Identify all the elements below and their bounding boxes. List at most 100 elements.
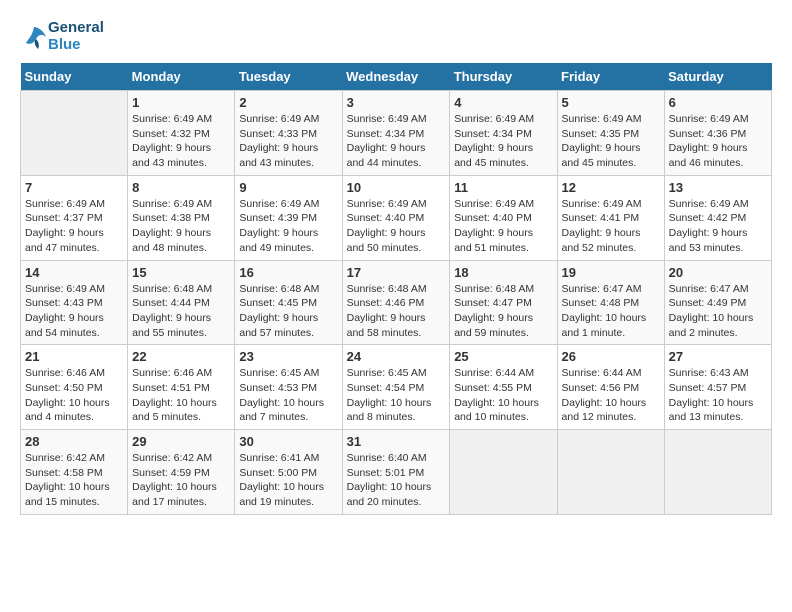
day-info: Sunrise: 6:47 AM Sunset: 4:48 PM Dayligh… <box>562 282 660 341</box>
day-info: Sunrise: 6:49 AM Sunset: 4:35 PM Dayligh… <box>562 112 660 171</box>
day-info: Sunrise: 6:49 AM Sunset: 4:40 PM Dayligh… <box>347 197 446 256</box>
logo: General Blue <box>20 20 104 53</box>
day-number: 19 <box>562 265 660 280</box>
calendar-week-row: 14 Sunrise: 6:49 AM Sunset: 4:43 PM Dayli… <box>21 260 772 345</box>
calendar-cell: 18Sunrise: 6:48 AM Sunset: 4:47 PM Dayli… <box>450 260 557 345</box>
day-number: 12 <box>562 180 660 195</box>
day-info: Sunrise: 6:49 AM Sunset: 4:37 PM Dayligh… <box>25 197 123 256</box>
calendar-cell: 21 Sunrise: 6:46 AM Sunset: 4:50 PM Dayli… <box>21 345 128 430</box>
logo-text-general: General <box>48 20 104 37</box>
day-number: 14 <box>25 265 123 280</box>
day-number: 26 <box>562 349 660 364</box>
day-info: Sunrise: 6:49 AM Sunset: 4:34 PM Dayligh… <box>347 112 446 171</box>
day-info: Sunrise: 6:45 AM Sunset: 4:53 PM Dayligh… <box>239 366 337 425</box>
day-info: Sunrise: 6:48 AM Sunset: 4:46 PM Dayligh… <box>347 282 446 341</box>
calendar-cell: 4 Sunrise: 6:49 AM Sunset: 4:34 PM Daylig… <box>450 91 557 176</box>
calendar-cell: 23Sunrise: 6:45 AM Sunset: 4:53 PM Dayli… <box>235 345 342 430</box>
day-info: Sunrise: 6:47 AM Sunset: 4:49 PM Dayligh… <box>669 282 767 341</box>
calendar-cell: 19 Sunrise: 6:47 AM Sunset: 4:48 PM Dayli… <box>557 260 664 345</box>
day-number: 20 <box>669 265 767 280</box>
calendar-cell: 24 Sunrise: 6:45 AM Sunset: 4:54 PM Dayli… <box>342 345 450 430</box>
calendar-cell: 25 Sunrise: 6:44 AM Sunset: 4:55 PM Dayli… <box>450 345 557 430</box>
calendar-cell: 10 Sunrise: 6:49 AM Sunset: 4:40 PM Dayli… <box>342 175 450 260</box>
day-number: 29 <box>132 434 230 449</box>
calendar-cell: 7 Sunrise: 6:49 AM Sunset: 4:37 PM Daylig… <box>21 175 128 260</box>
logo-bird-icon <box>20 23 48 51</box>
calendar-cell: 29 Sunrise: 6:42 AM Sunset: 4:59 PM Dayli… <box>128 430 235 515</box>
day-number: 28 <box>25 434 123 449</box>
calendar-cell: 27Sunrise: 6:43 AM Sunset: 4:57 PM Dayli… <box>664 345 771 430</box>
day-number: 7 <box>25 180 123 195</box>
day-info: Sunrise: 6:44 AM Sunset: 4:56 PM Dayligh… <box>562 366 660 425</box>
logo-text-blue: Blue <box>48 37 104 54</box>
day-info: Sunrise: 6:49 AM Sunset: 4:34 PM Dayligh… <box>454 112 552 171</box>
day-info: Sunrise: 6:42 AM Sunset: 4:58 PM Dayligh… <box>25 451 123 510</box>
day-info: Sunrise: 6:49 AM Sunset: 4:43 PM Dayligh… <box>25 282 123 341</box>
calendar-cell: 2 Sunrise: 6:49 AM Sunset: 4:33 PM Daylig… <box>235 91 342 176</box>
calendar-week-row: 21 Sunrise: 6:46 AM Sunset: 4:50 PM Dayli… <box>21 345 772 430</box>
weekday-header-tuesday: Tuesday <box>235 63 342 91</box>
calendar-cell: 26 Sunrise: 6:44 AM Sunset: 4:56 PM Dayli… <box>557 345 664 430</box>
calendar-cell: 11Sunrise: 6:49 AM Sunset: 4:40 PM Dayli… <box>450 175 557 260</box>
day-number: 17 <box>347 265 446 280</box>
calendar-cell: 5 Sunrise: 6:49 AM Sunset: 4:35 PM Daylig… <box>557 91 664 176</box>
weekday-header-thursday: Thursday <box>450 63 557 91</box>
calendar-cell: 16 Sunrise: 6:48 AM Sunset: 4:45 PM Dayli… <box>235 260 342 345</box>
day-number: 8 <box>132 180 230 195</box>
calendar-cell: 1Sunrise: 6:49 AM Sunset: 4:32 PM Daylig… <box>128 91 235 176</box>
calendar-week-row: 1Sunrise: 6:49 AM Sunset: 4:32 PM Daylig… <box>21 91 772 176</box>
day-number: 13 <box>669 180 767 195</box>
day-number: 2 <box>239 95 337 110</box>
day-info: Sunrise: 6:44 AM Sunset: 4:55 PM Dayligh… <box>454 366 552 425</box>
day-number: 15 <box>132 265 230 280</box>
day-number: 24 <box>347 349 446 364</box>
day-number: 30 <box>239 434 337 449</box>
calendar-cell: 12Sunrise: 6:49 AM Sunset: 4:41 PM Dayli… <box>557 175 664 260</box>
calendar-cell: 17 Sunrise: 6:48 AM Sunset: 4:46 PM Dayli… <box>342 260 450 345</box>
day-info: Sunrise: 6:49 AM Sunset: 4:39 PM Dayligh… <box>239 197 337 256</box>
day-number: 6 <box>669 95 767 110</box>
calendar-cell <box>557 430 664 515</box>
weekday-header-sunday: Sunday <box>21 63 128 91</box>
calendar-cell: 28 Sunrise: 6:42 AM Sunset: 4:58 PM Dayli… <box>21 430 128 515</box>
calendar-cell: 3 Sunrise: 6:49 AM Sunset: 4:34 PM Daylig… <box>342 91 450 176</box>
calendar-cell: 15 Sunrise: 6:48 AM Sunset: 4:44 PM Dayli… <box>128 260 235 345</box>
day-number: 1 <box>132 95 230 110</box>
day-info: Sunrise: 6:45 AM Sunset: 4:54 PM Dayligh… <box>347 366 446 425</box>
page-header: General Blue <box>20 20 772 53</box>
calendar-cell <box>450 430 557 515</box>
weekday-header-row: SundayMondayTuesdayWednesdayThursdayFrid… <box>21 63 772 91</box>
day-info: Sunrise: 6:49 AM Sunset: 4:38 PM Dayligh… <box>132 197 230 256</box>
weekday-header-monday: Monday <box>128 63 235 91</box>
day-info: Sunrise: 6:48 AM Sunset: 4:45 PM Dayligh… <box>239 282 337 341</box>
day-info: Sunrise: 6:41 AM Sunset: 5:00 PM Dayligh… <box>239 451 337 510</box>
day-info: Sunrise: 6:43 AM Sunset: 4:57 PM Dayligh… <box>669 366 767 425</box>
day-number: 21 <box>25 349 123 364</box>
day-number: 9 <box>239 180 337 195</box>
day-number: 5 <box>562 95 660 110</box>
day-number: 4 <box>454 95 552 110</box>
calendar-cell: 30 Sunrise: 6:41 AM Sunset: 5:00 PM Dayli… <box>235 430 342 515</box>
day-info: Sunrise: 6:46 AM Sunset: 4:50 PM Dayligh… <box>25 366 123 425</box>
calendar-week-row: 7 Sunrise: 6:49 AM Sunset: 4:37 PM Daylig… <box>21 175 772 260</box>
calendar-cell: 9 Sunrise: 6:49 AM Sunset: 4:39 PM Daylig… <box>235 175 342 260</box>
day-number: 18 <box>454 265 552 280</box>
day-info: Sunrise: 6:49 AM Sunset: 4:33 PM Dayligh… <box>239 112 337 171</box>
day-info: Sunrise: 6:48 AM Sunset: 4:44 PM Dayligh… <box>132 282 230 341</box>
day-number: 3 <box>347 95 446 110</box>
day-number: 10 <box>347 180 446 195</box>
day-number: 31 <box>347 434 446 449</box>
weekday-header-saturday: Saturday <box>664 63 771 91</box>
day-info: Sunrise: 6:46 AM Sunset: 4:51 PM Dayligh… <box>132 366 230 425</box>
day-info: Sunrise: 6:40 AM Sunset: 5:01 PM Dayligh… <box>347 451 446 510</box>
calendar-cell: 22Sunrise: 6:46 AM Sunset: 4:51 PM Dayli… <box>128 345 235 430</box>
weekday-header-wednesday: Wednesday <box>342 63 450 91</box>
calendar-cell <box>21 91 128 176</box>
calendar-cell: 8 Sunrise: 6:49 AM Sunset: 4:38 PM Daylig… <box>128 175 235 260</box>
calendar-table: SundayMondayTuesdayWednesdayThursdayFrid… <box>20 63 772 515</box>
day-number: 16 <box>239 265 337 280</box>
day-number: 25 <box>454 349 552 364</box>
calendar-cell: 31 Sunrise: 6:40 AM Sunset: 5:01 PM Dayli… <box>342 430 450 515</box>
day-info: Sunrise: 6:42 AM Sunset: 4:59 PM Dayligh… <box>132 451 230 510</box>
calendar-week-row: 28 Sunrise: 6:42 AM Sunset: 4:58 PM Dayli… <box>21 430 772 515</box>
